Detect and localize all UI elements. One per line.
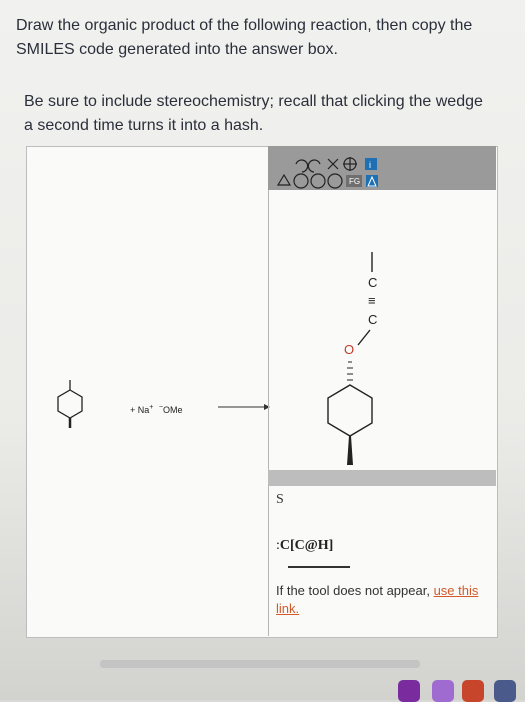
app-icon-1[interactable] bbox=[398, 680, 420, 702]
smiles-label: S bbox=[276, 492, 284, 507]
app-icon-4[interactable] bbox=[494, 680, 516, 702]
browser-scrollbar[interactable] bbox=[100, 660, 420, 668]
carbon-atom-2: C bbox=[368, 275, 377, 290]
smiles-output[interactable]: :C[C@H] bbox=[276, 538, 333, 554]
tool-help-text: If the tool does not appear, use this li… bbox=[276, 582, 486, 618]
reaction-arrow bbox=[218, 404, 270, 410]
question-text: Draw the organic product of the followin… bbox=[16, 14, 516, 62]
redo-icon[interactable] bbox=[307, 159, 321, 173]
info-icon[interactable] bbox=[365, 158, 377, 170]
oxygen-atom: O bbox=[344, 342, 354, 357]
reagent-prefix: + Na bbox=[130, 405, 150, 415]
undo-icon[interactable] bbox=[295, 159, 309, 173]
cyclopentane-icon[interactable] bbox=[310, 173, 326, 189]
help-text: If the tool does not appear, bbox=[276, 583, 434, 598]
toolbar-icons: i FG bbox=[276, 157, 378, 189]
benzene-icon[interactable] bbox=[327, 173, 343, 189]
wedge-bond bbox=[347, 436, 353, 465]
drawing-toolbar: i FG bbox=[268, 146, 496, 190]
dock-icons bbox=[0, 676, 525, 702]
editor-canvas[interactable]: O C ≡ C bbox=[300, 230, 420, 470]
product-structure: O C ≡ C bbox=[327, 252, 377, 465]
reagent-methoxide: OMe bbox=[162, 405, 183, 415]
cyclopropane-icon[interactable] bbox=[276, 173, 292, 186]
editor-status-bar bbox=[268, 470, 496, 486]
question-line-2: SMILES code generated into the answer bo… bbox=[16, 41, 338, 58]
question-line-1: Draw the organic product of the followin… bbox=[16, 17, 473, 34]
product-ring bbox=[327, 384, 373, 437]
fg-label: FG bbox=[349, 177, 360, 186]
triple-bond: ≡ bbox=[368, 293, 376, 308]
reactant-cyclohexane bbox=[57, 380, 83, 428]
note-line-1: Be sure to include stereochemistry; reca… bbox=[24, 93, 483, 110]
stereo-note: Be sure to include stereochemistry; reca… bbox=[24, 90, 514, 138]
panel-divider bbox=[268, 146, 269, 636]
answer-blank[interactable] bbox=[288, 566, 350, 568]
app-icon-2[interactable] bbox=[432, 680, 454, 702]
note-line-2: a second time turns it into a hash. bbox=[24, 117, 264, 134]
o-c-bond bbox=[357, 329, 371, 346]
reagent-charge-plus: + bbox=[149, 404, 154, 411]
smiles-text: C[C@H] bbox=[279, 538, 334, 553]
carbon-atom-1: C bbox=[368, 312, 377, 327]
info-icon-glyph: i bbox=[369, 160, 371, 170]
erase-icon[interactable] bbox=[327, 158, 339, 170]
app-icon-3[interactable] bbox=[462, 680, 484, 702]
zoom-icon[interactable] bbox=[343, 157, 357, 171]
cyclohexane-icon[interactable] bbox=[293, 173, 309, 189]
hash-bond bbox=[347, 361, 353, 381]
reagent-label: + Na+ −OMe bbox=[130, 404, 182, 415]
